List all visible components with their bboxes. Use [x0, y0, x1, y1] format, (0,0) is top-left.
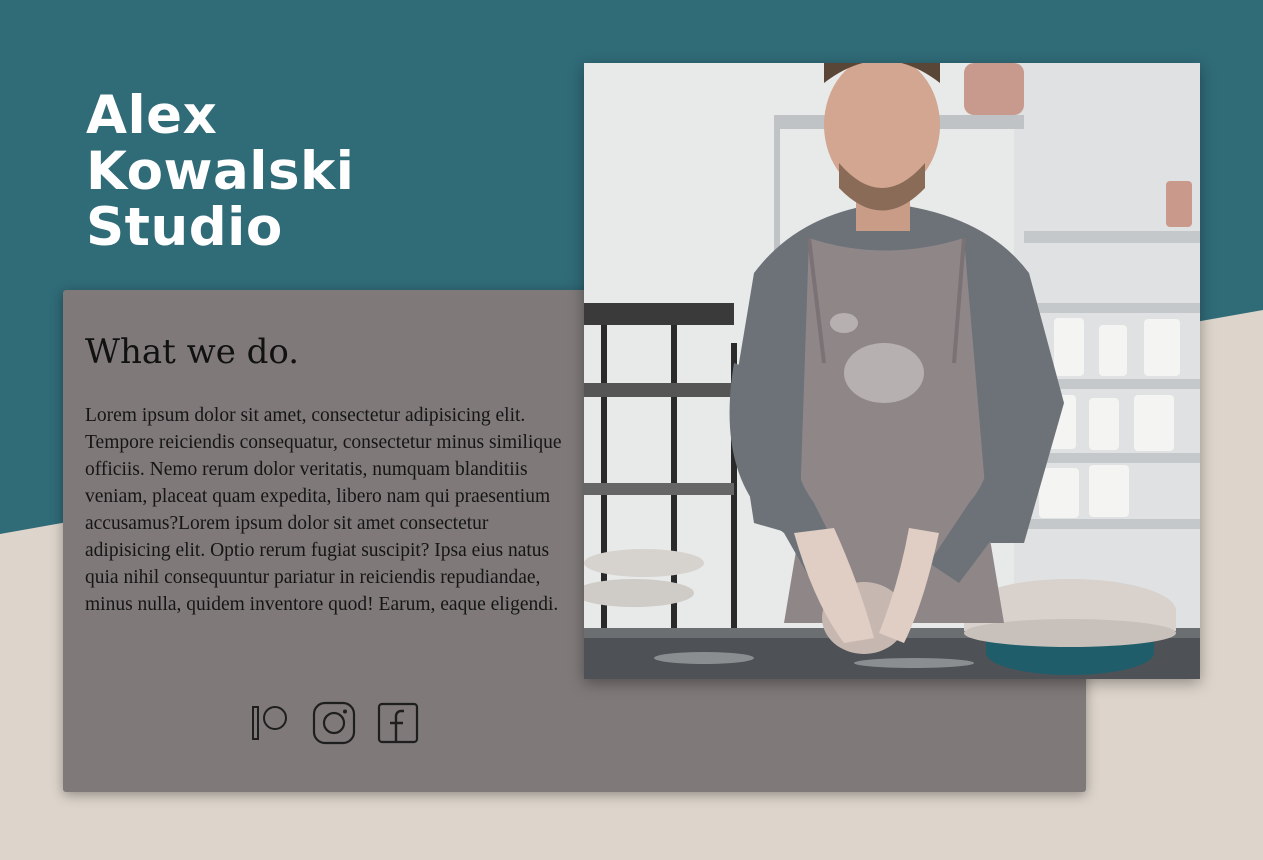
patreon-icon[interactable]: [247, 700, 293, 746]
section-body-text: Lorem ipsum dolor sit amet, consectetur …: [85, 405, 562, 615]
section-heading: What we do.: [85, 332, 300, 372]
studio-title-line: Kowalski: [86, 141, 355, 202]
studio-title-line: Studio: [86, 197, 283, 258]
studio-title: Alex Kowalski Studio: [86, 88, 354, 256]
potter-photo: [584, 63, 1200, 679]
studio-title-line: Alex: [86, 85, 218, 146]
social-links: [247, 700, 421, 746]
facebook-icon[interactable]: [375, 700, 421, 746]
instagram-icon[interactable]: [311, 700, 357, 746]
